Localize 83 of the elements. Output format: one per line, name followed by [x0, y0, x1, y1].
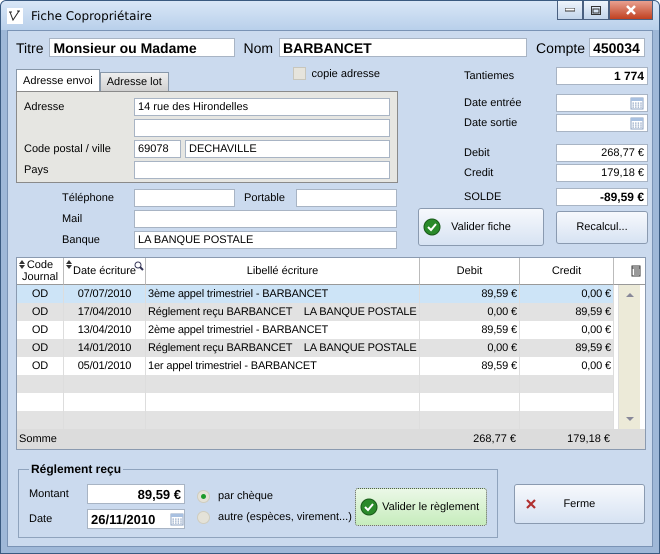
debit-field[interactable]: 268,77 € — [556, 144, 648, 162]
sort-icon[interactable] — [66, 260, 72, 269]
montant-field[interactable]: 89,59 € — [87, 484, 185, 504]
valider-fiche-button[interactable]: Valider fiche — [418, 208, 544, 246]
sort-icon[interactable] — [19, 260, 25, 269]
banque-label: Banque — [62, 234, 101, 246]
compte-field[interactable]: 450034 — [589, 38, 646, 57]
date-entree-field[interactable] — [556, 94, 648, 112]
adresse-line-field[interactable] — [134, 119, 390, 137]
minimize-icon — [565, 8, 575, 12]
somme-credit: 179,18 € — [566, 433, 611, 445]
table-row[interactable]: OD 14/01/2010 Réglement reçu BARBANCET LA BANQUE POSTALE 0,00 € 89,59 € — [17, 339, 614, 357]
nom-label: Nom — [243, 40, 274, 56]
recalcul-button[interactable]: Recalcul... — [556, 210, 648, 244]
payment-option-label: par chèque — [218, 490, 274, 502]
titre-field[interactable]: Monsieur ou Madame — [49, 38, 236, 57]
tantiemes-label: Tantiemes — [464, 70, 516, 82]
mail-label: Mail — [62, 213, 84, 225]
date-sortie-field[interactable] — [556, 114, 648, 132]
close-icon — [524, 498, 537, 510]
credit-field[interactable]: 179,18 € — [556, 164, 648, 182]
column-header[interactable]: Code Journal — [17, 258, 64, 285]
code-postal-label: Code postal / ville — [24, 143, 112, 155]
date-label: Date — [29, 513, 54, 525]
maximize-button[interactable] — [583, 1, 609, 20]
mail-field[interactable] — [134, 210, 397, 228]
column-chooser-icon[interactable] — [631, 265, 641, 277]
address-tab[interactable]: Adresse envoi — [16, 69, 100, 91]
montant-label: Montant — [29, 488, 70, 500]
minimize-button[interactable] — [557, 1, 583, 20]
adresse-label: Adresse — [24, 101, 66, 113]
payment-radio[interactable] — [197, 490, 210, 502]
search-icon[interactable] — [134, 261, 144, 271]
somme-label: Somme — [18, 433, 58, 445]
scrollbar[interactable] — [618, 285, 640, 429]
date-sortie-label: Date sortie — [464, 117, 518, 129]
telephone-field[interactable] — [134, 189, 235, 207]
payment-option-label: autre (espèces, virement...) — [218, 511, 352, 523]
scroll-up-icon[interactable] — [624, 291, 634, 299]
solde-label: SOLDE — [464, 191, 502, 203]
table-row[interactable]: OD 07/07/2010 3ème appel trimestriel - BARBANCET 89,59 € 0,00 € — [17, 285, 614, 303]
titre-label: Titre — [16, 40, 44, 56]
copie-adresse-label: copie adresse — [312, 68, 380, 80]
tantiemes-field[interactable]: 1 774 — [556, 67, 648, 85]
code-postal-field[interactable]: 69078 — [134, 140, 181, 158]
ville-field[interactable]: DECHAVILLE — [185, 140, 390, 158]
nom-field[interactable]: BARBANCET — [279, 38, 528, 57]
table-row[interactable]: OD 17/04/2010 Réglement reçu BARBANCET LA BANQUE POSTALE 0,00 € 89,59 € — [17, 303, 614, 321]
copie-adresse-checkbox[interactable] — [292, 67, 306, 80]
column-header[interactable]: Credit — [520, 258, 614, 285]
calendar-icon[interactable] — [630, 96, 644, 110]
maximize-icon — [591, 6, 601, 14]
ferme-button[interactable]: Ferme — [514, 484, 645, 524]
banque-field[interactable]: LA BANQUE POSTALE — [134, 231, 397, 249]
payment-radio[interactable] — [197, 510, 210, 524]
compte-label: Compte — [536, 40, 586, 56]
check-icon — [423, 218, 441, 236]
reglement-title: Réglement reçu — [30, 462, 122, 476]
close-button[interactable] — [609, 1, 653, 20]
debit-label: Debit — [464, 147, 491, 159]
valider-reglement-button[interactable]: Valider le règlement — [354, 488, 487, 526]
column-header[interactable]: Date écriture — [64, 258, 146, 285]
window-title: Fiche Copropriétaire — [31, 8, 152, 22]
date-field[interactable]: 26/11/2010 — [87, 509, 185, 529]
date-entree-label: Date entrée — [464, 97, 522, 109]
app-icon — [7, 8, 23, 24]
somme-debit: 268,77 € — [472, 433, 517, 445]
solde-field[interactable]: -89,59 € — [556, 188, 648, 206]
pays-field[interactable] — [134, 161, 390, 179]
calendar-icon[interactable] — [630, 116, 644, 130]
column-header[interactable]: Debit — [420, 258, 520, 285]
scroll-down-icon[interactable] — [624, 415, 634, 423]
pays-label: Pays — [24, 164, 50, 176]
portable-label: Portable — [244, 192, 286, 204]
portable-field[interactable] — [296, 189, 397, 207]
telephone-label: Téléphone — [62, 192, 115, 204]
check-icon — [360, 498, 378, 516]
column-header[interactable]: Libellé écriture — [146, 258, 420, 285]
address-tab[interactable]: Adresse lot — [100, 72, 169, 91]
calendar-icon[interactable] — [170, 512, 184, 526]
credit-label: Credit — [464, 167, 494, 179]
close-icon — [626, 5, 636, 15]
adresse-field[interactable]: 14 rue des Hirondelles — [134, 98, 390, 116]
